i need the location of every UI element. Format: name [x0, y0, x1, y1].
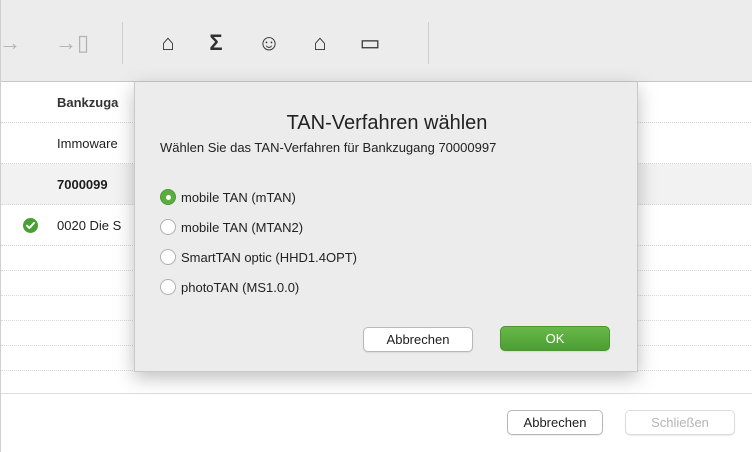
export-door-icon[interactable]: →▯ — [55, 28, 89, 58]
toolbar: → →▯ ⌂ Σ ☺ ⌂ ▭ — [0, 0, 752, 82]
radio-option-phototan[interactable]: photoTAN (MS1.0.0) — [160, 278, 299, 296]
radio-label: photoTAN (MS1.0.0) — [181, 279, 300, 295]
arrow-right-icon[interactable]: → — [0, 28, 25, 58]
inbox-tray-icon[interactable]: ▭ — [355, 28, 385, 58]
dialog-title: TAN-Verfahren wählen — [286, 112, 488, 134]
radio-label: mobile TAN (mTAN) — [181, 189, 296, 205]
radio-selected-icon[interactable] — [160, 189, 176, 205]
dialog-subtitle: Wählen Sie das TAN-Verfahren für Bankzug… — [160, 140, 497, 155]
radio-icon[interactable] — [160, 219, 176, 235]
toolbar-separator — [122, 22, 123, 64]
tan-dialog: TAN-Verfahren wählen Wählen Sie das TAN-… — [134, 82, 638, 372]
radio-option-smarttan[interactable]: SmartTAN optic (HHD1.4OPT) — [160, 248, 357, 266]
column-header-bankzugang[interactable]: Bankzuga — [57, 95, 118, 110]
ok-button[interactable]: OK — [500, 326, 610, 351]
row-label: 0020 Die S — [57, 218, 122, 233]
window: → →▯ ⌂ Σ ☺ ⌂ ▭ Bankzuga Immoware 7000099… — [0, 0, 752, 452]
close-button[interactable]: Schließen — [625, 410, 735, 435]
footer-cancel-button[interactable]: Abbrechen — [507, 410, 603, 435]
row-label: Immoware — [57, 136, 118, 151]
radio-icon[interactable] — [160, 249, 176, 265]
bank-settings-icon[interactable]: ⌂ — [305, 28, 335, 58]
check-icon — [23, 218, 38, 233]
dialog-cancel-button[interactable]: Abbrechen — [363, 327, 473, 352]
sigma-icon[interactable]: Σ — [201, 28, 231, 58]
user-circle-icon[interactable]: ☺ — [254, 28, 284, 58]
row-label: 7000099 — [57, 177, 108, 192]
radio-icon[interactable] — [160, 279, 176, 295]
bank-roof-icon[interactable]: ⌂ — [153, 28, 183, 58]
toolbar-separator — [428, 22, 429, 64]
radio-label: mobile TAN (MTAN2) — [181, 219, 304, 235]
footer-divider — [1, 393, 752, 394]
radio-label: SmartTAN optic (HHD1.4OPT) — [181, 249, 358, 265]
radio-option-mtan2[interactable]: mobile TAN (MTAN2) — [160, 218, 303, 236]
radio-option-mtan[interactable]: mobile TAN (mTAN) — [160, 188, 296, 206]
